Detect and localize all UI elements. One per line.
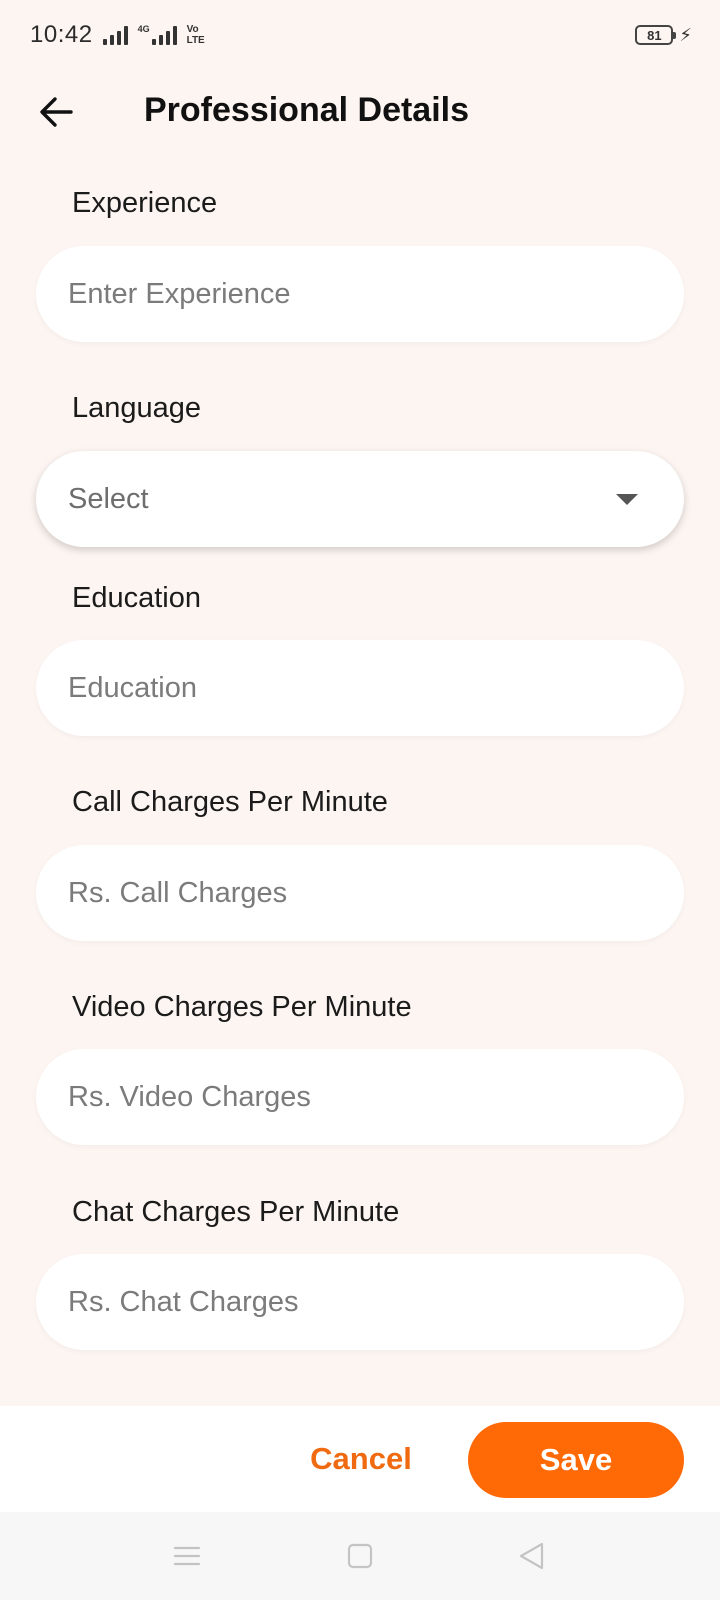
charging-icon: ⚡: [679, 24, 692, 45]
status-bar: 10:42 4G Vo LTE 81 ⚡: [0, 0, 720, 70]
volte-line1: Vo: [186, 24, 199, 35]
status-right: 81 ⚡: [635, 25, 692, 46]
nav-back-button[interactable]: [516, 1540, 548, 1572]
education-input[interactable]: [68, 671, 628, 705]
call-charges-label: Call Charges Per Minute: [72, 786, 388, 818]
action-bar: Cancel Save: [0, 1406, 720, 1512]
back-button[interactable]: [36, 92, 76, 132]
experience-label: Experience: [72, 187, 218, 219]
volte-icon: Vo LTE: [187, 24, 205, 46]
menu-icon: [173, 1546, 201, 1566]
language-dropdown[interactable]: Select: [36, 451, 684, 547]
call-charges-input[interactable]: [68, 876, 628, 910]
video-charges-field[interactable]: [36, 1049, 684, 1145]
language-selected-value: Select: [68, 482, 149, 515]
nav-menu-button[interactable]: [171, 1540, 203, 1572]
call-charges-field[interactable]: [36, 845, 684, 941]
education-label: Education: [72, 582, 201, 614]
cancel-button[interactable]: Cancel: [296, 1434, 426, 1484]
system-nav-bar: [0, 1512, 720, 1600]
chat-charges-input[interactable]: [68, 1285, 628, 1319]
signal-icon-2: [151, 25, 177, 45]
square-icon: [347, 1543, 373, 1569]
nav-home-button[interactable]: [344, 1540, 376, 1572]
battery-icon: 81: [635, 25, 677, 45]
page-title: Professional Details: [144, 91, 470, 129]
app-header: Professional Details: [0, 75, 720, 149]
chat-charges-field[interactable]: [36, 1254, 684, 1350]
experience-field[interactable]: [36, 246, 684, 342]
caret-down-icon: [616, 494, 638, 505]
network-tag: 4G: [137, 24, 150, 34]
language-label: Language: [72, 392, 202, 424]
save-button[interactable]: Save: [468, 1422, 684, 1498]
screen: 10:42 4G Vo LTE 81 ⚡ Professional Detail…: [0, 0, 720, 1600]
experience-input[interactable]: [68, 277, 628, 311]
video-charges-label: Video Charges Per Minute: [72, 991, 412, 1023]
arrow-left-icon: [40, 97, 73, 127]
triangle-back-icon: [519, 1542, 544, 1570]
video-charges-input[interactable]: [68, 1080, 628, 1114]
education-field[interactable]: [36, 640, 684, 736]
volte-line2: LTE: [186, 35, 205, 46]
network-4g-icon: 4G: [138, 25, 177, 45]
battery-level: 81: [647, 27, 662, 43]
status-time: 10:42: [30, 21, 93, 48]
chat-charges-label: Chat Charges Per Minute: [72, 1196, 400, 1228]
status-left: 10:42 4G Vo LTE: [30, 21, 205, 49]
signal-icon: [102, 25, 128, 45]
